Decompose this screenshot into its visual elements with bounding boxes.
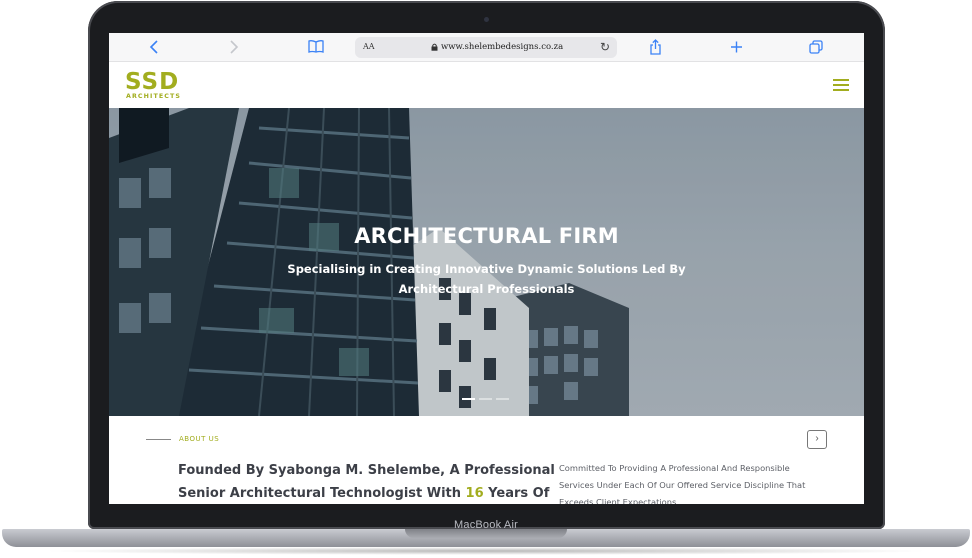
logo-subtitle: ARCHITECTS — [126, 93, 182, 100]
laptop-base-notch — [405, 529, 567, 538]
address-bar[interactable]: AA www.shelembedesigns.co.za ↻ — [355, 37, 617, 58]
about-heading: Founded By Syabonga M. Shelembe, A Profe… — [178, 459, 558, 504]
hamburger-icon[interactable] — [833, 79, 849, 92]
reader-options-button[interactable]: AA — [363, 42, 375, 51]
slider-dot[interactable] — [479, 398, 492, 400]
years-highlight: 16 — [465, 486, 484, 501]
new-tab-icon[interactable] — [730, 39, 743, 55]
screen: AA www.shelembedesigns.co.za ↻ SSD ARCHI… — [109, 33, 864, 504]
forward-icon[interactable] — [229, 39, 239, 55]
ssd-logo[interactable]: SSD ARCHITECTS — [125, 71, 197, 101]
about-tag-line — [146, 439, 171, 440]
slider-dot[interactable] — [462, 398, 475, 400]
site-header: SSD ARCHITECTS — [109, 63, 864, 108]
back-icon[interactable] — [149, 39, 159, 55]
about-section: ABOUT US › Founded By Syabonga M. Shelem… — [109, 416, 864, 504]
laptop-shadow — [40, 547, 932, 555]
tabs-icon[interactable] — [809, 39, 823, 55]
camera-icon — [484, 17, 489, 22]
browser-toolbar: AA www.shelembedesigns.co.za ↻ — [109, 33, 864, 62]
lock-icon — [431, 43, 438, 51]
hero-title: ARCHITECTURAL FIRM — [354, 224, 619, 248]
url-text: www.shelembedesigns.co.za — [441, 42, 564, 52]
hero-slider: ARCHITECTURAL FIRM Specialising in Creat… — [109, 108, 864, 416]
share-icon[interactable] — [649, 39, 662, 55]
chevron-right-icon: › — [815, 433, 819, 444]
bookmarks-icon[interactable] — [308, 39, 324, 53]
about-heading-tail: Years Of — [483, 486, 550, 501]
hero-subtitle: Specialising in Creating Innovative Dyna… — [287, 262, 686, 296]
logo-letters: SSD — [125, 69, 180, 95]
next-button[interactable]: › — [807, 430, 827, 449]
about-description: Committed To Providing A Professional An… — [559, 463, 806, 504]
slider-dot[interactable] — [496, 398, 509, 400]
about-tag: ABOUT US — [179, 435, 220, 443]
reload-icon[interactable]: ↻ — [600, 40, 610, 54]
